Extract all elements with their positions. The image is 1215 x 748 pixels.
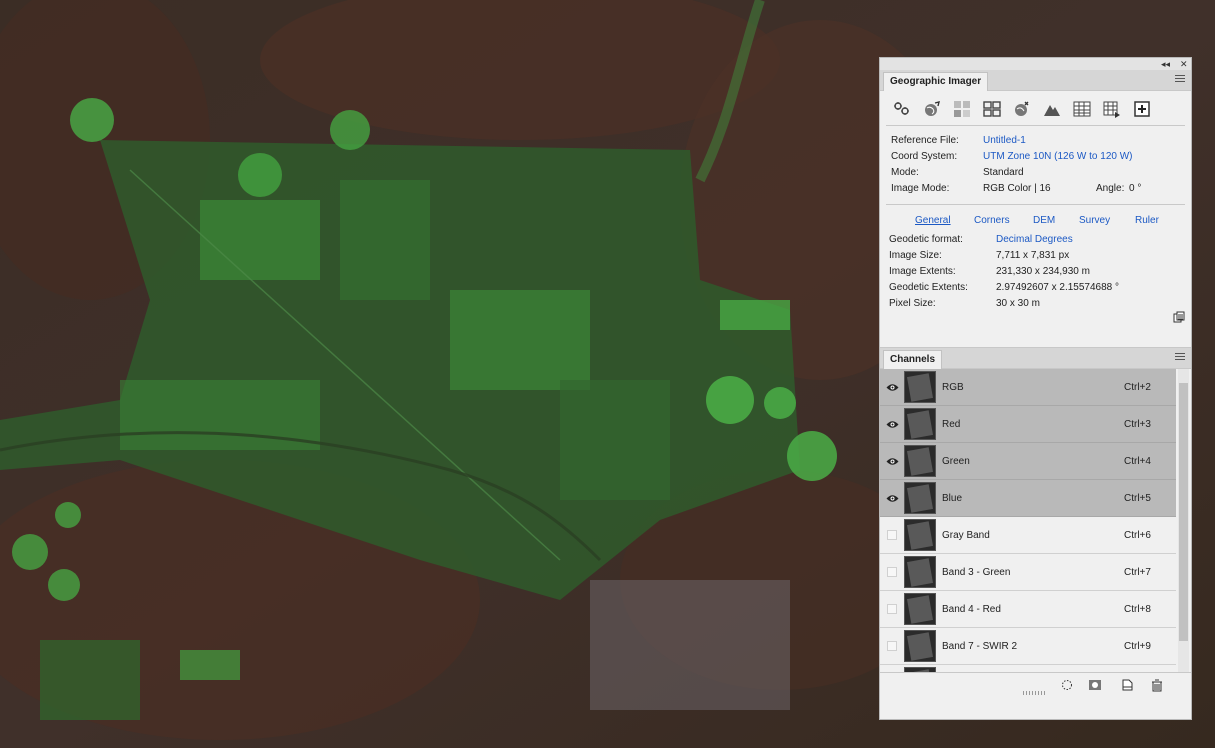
channel-shortcut: Ctrl+8 [1124, 603, 1151, 615]
geographic-imager-panel: ◂◂ ✕ Geographic Imager Reference File: U… [879, 57, 1192, 720]
add-icon[interactable] [1132, 99, 1152, 119]
toolbar [886, 91, 1185, 126]
geodetic-format-label: Geodetic format: [889, 234, 963, 245]
image-mode-label: Image Mode: [891, 183, 950, 194]
channel-shortcut: Ctrl+3 [1124, 418, 1151, 430]
tile-icon[interactable] [982, 99, 1002, 119]
geodetic-format-link[interactable]: Decimal Degrees [996, 233, 1073, 247]
eye-icon[interactable] [880, 383, 904, 392]
image-size-value: 7,711 x 7,831 px [996, 250, 1070, 261]
pixel-size-value: 30 x 30 m [996, 298, 1040, 309]
general-info: Geodetic format: Decimal Degrees Image S… [886, 227, 1185, 347]
image-size-label: Image Size: [889, 250, 942, 261]
tab-corners[interactable]: Corners [974, 215, 1010, 226]
visibility-toggle[interactable] [880, 530, 904, 540]
channel-shortcut: Ctrl+7 [1124, 566, 1151, 578]
channels-scrollbar[interactable] [1178, 369, 1189, 672]
tab-geographic-imager[interactable]: Geographic Imager [883, 72, 989, 91]
trash-icon[interactable] [1150, 678, 1164, 692]
transform-icon[interactable] [892, 99, 912, 119]
geodetic-extents-value: 2.97492607 x 2.15574688 ° [996, 282, 1119, 293]
tab-survey[interactable]: Survey [1079, 215, 1110, 226]
angle-label: Angle: [1096, 183, 1125, 194]
channel-name: RGB [942, 381, 964, 393]
channel-shortcut: Ctrl+5 [1124, 492, 1151, 504]
image-mode-value: RGB Color | 16 [983, 183, 1051, 194]
channel-thumbnail [904, 371, 936, 403]
channel-row[interactable]: Band 8 - Pan [880, 665, 1176, 672]
channel-shortcut: Ctrl+4 [1124, 455, 1151, 467]
geo-tabs: General Corners DEM Survey Ruler [886, 205, 1185, 227]
reproject-icon[interactable] [1012, 99, 1032, 119]
channel-thumbnail [904, 445, 936, 477]
georeference-icon[interactable] [922, 99, 942, 119]
terrain-icon[interactable] [1042, 99, 1062, 119]
channel-thumbnail [904, 556, 936, 588]
channel-shortcut: Ctrl+9 [1124, 640, 1151, 652]
eye-icon[interactable] [880, 420, 904, 429]
channel-thumbnail [904, 482, 936, 514]
channel-row[interactable]: Green Ctrl+4 [880, 443, 1176, 480]
channel-row[interactable]: Red Ctrl+3 [880, 406, 1176, 443]
geodetic-extents-label: Geodetic Extents: [889, 282, 968, 293]
channel-shortcut: Ctrl+6 [1124, 529, 1151, 541]
angle-value: 0 ° [1129, 183, 1142, 194]
channels-list: RGB Ctrl+2 Red Ctrl+3 Green Ctrl+4 Blue Ctrl+5 G… [880, 369, 1191, 672]
visibility-toggle[interactable] [880, 567, 904, 577]
coord-system-label: Coord System: [891, 151, 958, 162]
copy-icon[interactable] [1173, 311, 1185, 326]
reference-file-label: Reference File: [891, 135, 959, 146]
mosaic-icon[interactable] [952, 99, 972, 119]
channel-name: Blue [942, 492, 963, 504]
image-extents-value: 231,330 x 234,930 m [996, 266, 1090, 277]
visibility-toggle[interactable] [880, 604, 904, 614]
channel-name: Band 7 - SWIR 2 [942, 640, 1018, 652]
tab-dem[interactable]: DEM [1033, 215, 1055, 226]
channel-name: Red [942, 418, 961, 430]
tab-ruler[interactable]: Ruler [1135, 215, 1159, 226]
eye-icon[interactable] [880, 494, 904, 503]
channel-row[interactable]: RGB Ctrl+2 [880, 369, 1176, 406]
channel-row[interactable]: Band 3 - Green Ctrl+7 [880, 554, 1176, 591]
eye-icon[interactable] [880, 457, 904, 466]
save-selection-icon[interactable] [1088, 678, 1102, 692]
panel-tab-row: Geographic Imager [880, 70, 1191, 91]
panel-menu-icon[interactable] [1175, 75, 1185, 84]
reference-info: Reference File: Untitled-1 Coord System:… [886, 126, 1185, 205]
close-icon[interactable]: ✕ [1180, 58, 1188, 70]
new-channel-icon[interactable] [1120, 678, 1134, 692]
channels-menu-icon[interactable] [1175, 353, 1185, 362]
channel-thumbnail [904, 519, 936, 551]
channel-thumbnail [904, 630, 936, 662]
load-selection-icon[interactable] [1060, 678, 1074, 692]
channel-row[interactable]: Gray Band Ctrl+6 [880, 517, 1176, 554]
image-extents-label: Image Extents: [889, 266, 956, 277]
coord-system-link[interactable]: UTM Zone 10N (126 W to 120 W) [983, 150, 1133, 164]
export-table-icon[interactable] [1102, 99, 1122, 119]
channel-row[interactable]: Band 7 - SWIR 2 Ctrl+9 [880, 628, 1176, 665]
pixel-size-label: Pixel Size: [889, 298, 936, 309]
channel-name: Green [942, 455, 970, 467]
channel-row[interactable]: Band 4 - Red Ctrl+8 [880, 591, 1176, 628]
channel-name: Gray Band [942, 529, 990, 541]
channel-thumbnail [904, 593, 936, 625]
mode-label: Mode: [891, 167, 919, 178]
collapse-icon[interactable]: ◂◂ [1161, 58, 1170, 70]
channels-footer [880, 672, 1191, 697]
channel-name: Band 4 - Red [942, 603, 1001, 615]
channel-name: Band 3 - Green [942, 566, 1011, 578]
panel-titlebar[interactable]: ◂◂ ✕ [880, 58, 1191, 70]
channel-shortcut: Ctrl+2 [1124, 381, 1151, 393]
tab-channels[interactable]: Channels [883, 350, 943, 369]
channel-row[interactable]: Blue Ctrl+5 [880, 480, 1176, 517]
scrollbar-thumb[interactable] [1179, 383, 1188, 641]
resize-grip[interactable] [1023, 691, 1047, 695]
channel-thumbnail [904, 408, 936, 440]
tab-general[interactable]: General [915, 215, 951, 226]
channels-tab-row: Channels [880, 347, 1191, 369]
mode-value: Standard [983, 167, 1024, 178]
visibility-toggle[interactable] [880, 641, 904, 651]
attribute-table-icon[interactable] [1072, 99, 1092, 119]
reference-file-link[interactable]: Untitled-1 [983, 134, 1026, 148]
